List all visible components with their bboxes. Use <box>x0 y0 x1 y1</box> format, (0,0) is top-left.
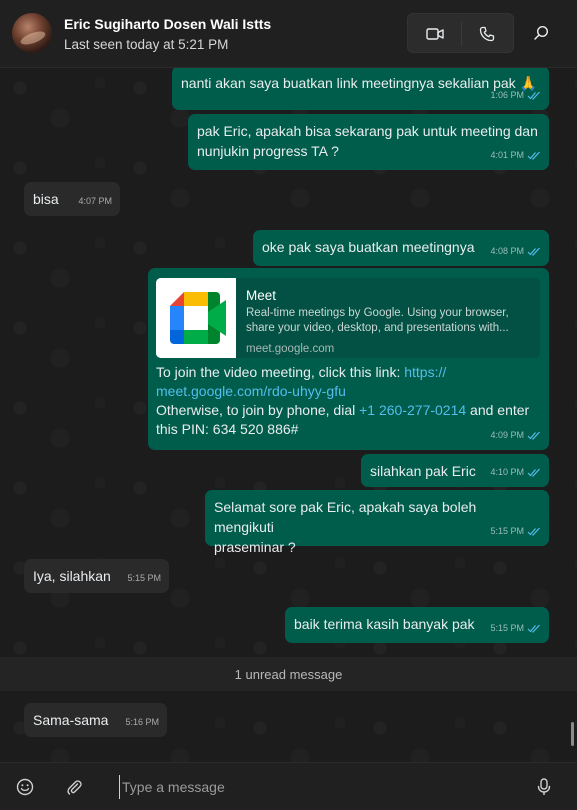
message-time: 1:06 PM <box>490 90 524 100</box>
message-meta: 4:10 PM <box>490 462 541 482</box>
voice-call-button[interactable] <box>467 14 507 54</box>
video-call-icon <box>426 28 444 40</box>
read-receipt-icon <box>527 247 540 256</box>
google-meet-icon <box>156 278 236 358</box>
message-meta: 1:06 PM <box>490 85 541 105</box>
message-time: 4:08 PM <box>490 246 524 256</box>
voice-message-button[interactable] <box>527 770 561 804</box>
message-outgoing[interactable]: baik terima kasih banyak pak 5:15 PM <box>285 607 549 643</box>
message-incoming[interactable]: Iya, silahkan 5:15 PM <box>24 559 169 593</box>
message-outgoing[interactable]: silahkan pak Eric 4:10 PM <box>361 454 549 487</box>
link-preview-title: Meet <box>246 288 277 303</box>
message-outgoing[interactable]: pak Eric, apakah bisa sekarang pak untuk… <box>188 114 549 170</box>
search-button[interactable] <box>521 13 561 53</box>
message-outgoing-link[interactable]: Meet Real-time meetings by Google. Using… <box>148 268 549 450</box>
contact-name[interactable]: Eric Sugiharto Dosen Wali Istts <box>64 16 271 32</box>
message-incoming[interactable]: bisa 4:07 PM <box>24 182 120 216</box>
unread-messages-label: 1 unread message <box>234 666 343 682</box>
video-call-button[interactable] <box>415 14 455 54</box>
read-receipt-icon <box>527 431 540 440</box>
message-meta: 5:16 PM <box>125 712 159 732</box>
message-input[interactable] <box>119 775 509 799</box>
message-text-part: Otherwise, to join by phone, dial <box>156 402 360 418</box>
message-meta: 4:09 PM <box>490 425 541 445</box>
message-text: To join the video meeting, click this li… <box>156 363 541 439</box>
message-outgoing[interactable]: Selamat sore pak Eric, apakah saya boleh… <box>205 490 549 555</box>
read-receipt-icon <box>527 151 540 160</box>
message-time: 5:16 PM <box>125 717 159 727</box>
chat-header: Eric Sugiharto Dosen Wali Istts Last see… <box>0 0 577 68</box>
message-meta: 4:01 PM <box>490 145 541 165</box>
call-divider <box>461 22 462 46</box>
message-time: 4:09 PM <box>490 430 524 440</box>
message-text: nanti akan saya buatkan link meetingnya … <box>181 75 537 91</box>
last-seen-status: Last seen today at 5:21 PM <box>64 37 229 52</box>
message-list[interactable]: nanti akan saya buatkan link meetingnya … <box>0 68 577 762</box>
mic-icon <box>537 778 551 795</box>
voice-call-icon <box>479 26 495 42</box>
message-time: 5:15 PM <box>490 526 524 536</box>
message-meta: 5:15 PM <box>490 521 541 541</box>
message-composer <box>0 762 577 810</box>
emoji-icon <box>16 778 34 796</box>
attach-icon <box>67 780 82 795</box>
message-incoming[interactable]: Sama-sama 5:16 PM <box>24 703 167 737</box>
message-meta: 4:07 PM <box>78 191 112 211</box>
emoji-button[interactable] <box>8 770 42 804</box>
attach-button[interactable] <box>57 770 91 804</box>
read-receipt-icon <box>527 468 540 477</box>
message-time: 5:15 PM <box>127 573 161 583</box>
message-text: pak Eric, apakah bisa sekarang pak untuk… <box>197 123 538 159</box>
read-receipt-icon <box>527 91 540 100</box>
read-receipt-icon <box>527 527 540 536</box>
google-meet-logo <box>156 278 236 358</box>
link-preview-domain: meet.google.com <box>246 343 335 355</box>
scrollbar-thumb[interactable] <box>571 722 574 746</box>
call-buttons-group <box>407 13 514 53</box>
link-preview-description: Real-time meetings by Google. Using your… <box>246 307 509 334</box>
message-outgoing[interactable]: nanti akan saya buatkan link meetingnya … <box>172 68 549 110</box>
message-outgoing[interactable]: oke pak saya buatkan meetingnya 4:08 PM <box>253 230 549 266</box>
message-time: 4:01 PM <box>490 150 524 160</box>
phone-link[interactable]: +1 260-277-0214 <box>359 402 466 418</box>
message-time: 4:07 PM <box>78 196 112 206</box>
search-icon <box>534 25 549 40</box>
contact-avatar[interactable] <box>12 13 52 53</box>
read-receipt-icon <box>527 624 540 633</box>
message-meta: 4:08 PM <box>490 241 541 261</box>
link-preview-card[interactable]: Meet Real-time meetings by Google. Using… <box>156 278 540 358</box>
message-text-part: To join the video meeting, click this li… <box>156 364 405 380</box>
message-time: 5:15 PM <box>490 623 524 633</box>
message-meta: 5:15 PM <box>127 568 161 588</box>
message-meta: 5:15 PM <box>490 618 541 638</box>
message-time: 4:10 PM <box>490 467 524 477</box>
unread-messages-divider: 1 unread message <box>0 657 577 691</box>
